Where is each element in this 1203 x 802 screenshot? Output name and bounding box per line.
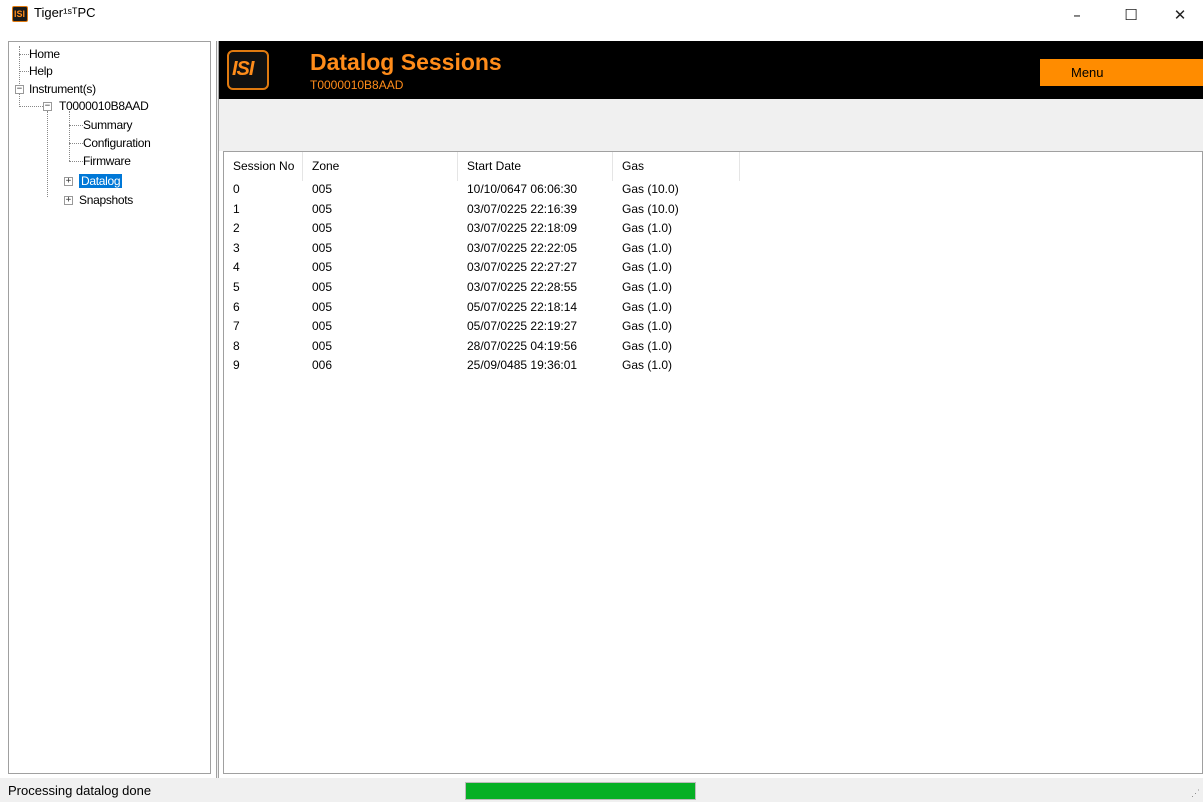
- table-row[interactable]: 3 005 03/07/0225 22:22:05 Gas (1.0): [224, 239, 924, 258]
- start-date-cell: 10/10/0647 06:06:30: [467, 182, 578, 196]
- zone-cell: 005: [312, 280, 333, 294]
- session-no-cell: 6: [233, 299, 240, 314]
- tree-item-datalog-label[interactable]: Datalog: [79, 174, 123, 188]
- status-text: Processing datalog done: [8, 783, 152, 798]
- menu-button[interactable]: Menu: [1040, 59, 1203, 86]
- gas-cell: Gas (1.0): [622, 260, 673, 275]
- tree-item-snapshots[interactable]: Snapshots: [79, 192, 133, 208]
- brand-logo-icon: ISI: [227, 50, 269, 90]
- session-no-cell: 3: [233, 240, 240, 255]
- collapse-instruments-icon[interactable]: −: [15, 85, 24, 94]
- instrument-subtitle: T0000010B8AAD: [310, 78, 404, 92]
- session-no-cell: 2: [233, 221, 240, 236]
- resize-grip-icon[interactable]: ⋰: [1191, 788, 1200, 799]
- tree-connector: [19, 106, 43, 107]
- gas-cell: Gas (1.0): [622, 280, 673, 294]
- tree-item-home[interactable]: Home: [29, 46, 60, 62]
- tree-item-configuration[interactable]: Configuration: [83, 135, 151, 151]
- status-bar: Processing datalog done ⋰: [0, 778, 1203, 802]
- table-row[interactable]: 2 005 03/07/0225 22:18:09 Gas (1.0): [224, 219, 924, 238]
- header-banner: ISI Datalog Sessions T0000010B8AAD Menu: [219, 41, 1203, 99]
- table-row[interactable]: 9 006 25/09/0485 19:36:01 Gas (1.0): [224, 356, 924, 375]
- table-row[interactable]: 7 005 05/07/0225 22:19:27 Gas (1.0): [224, 317, 924, 336]
- sessions-list[interactable]: Session No Zone Start Date Gas 0 005 10/10…: [223, 151, 1203, 774]
- tree-item-help[interactable]: Help: [29, 63, 53, 79]
- title-bar: ISI Tiger¹ˢᵀPC – ☐ ✕: [0, 0, 1203, 30]
- tree-connector: [69, 161, 83, 162]
- zone-cell: 005: [312, 338, 333, 353]
- gas-cell: Gas (1.0): [622, 338, 673, 353]
- start-date-cell: 03/07/0225 22:22:05: [467, 240, 578, 255]
- navigation-tree[interactable]: Home Help − Instrument(s) − T0000010B8AA…: [8, 41, 211, 774]
- session-no-cell: 9: [233, 358, 240, 373]
- start-date-cell: 28/07/0225 04:19:56: [467, 338, 578, 353]
- start-date-cell: 03/07/0225 22:27:27: [467, 260, 578, 275]
- close-button[interactable]: ✕: [1157, 0, 1203, 30]
- session-no-cell: 7: [233, 319, 240, 334]
- tree-connector: [47, 111, 48, 197]
- tree-item-instruments[interactable]: Instrument(s): [29, 81, 96, 97]
- collapse-instrument-icon[interactable]: −: [43, 102, 52, 111]
- zone-cell: 005: [312, 299, 333, 314]
- zone-cell: 005: [312, 319, 333, 334]
- session-no-cell: 5: [233, 280, 240, 294]
- tree-item-firmware[interactable]: Firmware: [83, 153, 131, 169]
- table-row[interactable]: 8 005 28/07/0225 04:19:56 Gas (1.0): [224, 337, 924, 356]
- start-date-cell: 03/07/0225 22:18:09: [467, 221, 578, 236]
- expand-snapshots-icon[interactable]: +: [64, 196, 73, 205]
- app-logo-icon: ISI: [12, 6, 28, 22]
- gas-cell: Gas (1.0): [622, 319, 673, 334]
- zone-cell: 005: [312, 221, 333, 236]
- zone-cell: 005: [312, 240, 333, 255]
- gas-cell: Gas (1.0): [622, 240, 673, 255]
- zone-cell: 005: [312, 201, 333, 216]
- column-header-start-date[interactable]: Start Date: [458, 152, 613, 181]
- zone-cell: 006: [312, 358, 333, 373]
- gas-cell: Gas (1.0): [622, 358, 673, 373]
- session-no-cell: 4: [233, 260, 240, 275]
- zone-cell: 005: [312, 182, 333, 196]
- column-header-zone[interactable]: Zone: [303, 152, 458, 181]
- start-date-cell: 05/07/0225 22:19:27: [467, 319, 578, 334]
- gas-cell: Gas (10.0): [622, 201, 679, 216]
- session-no-cell: 0: [233, 182, 240, 196]
- panel-splitter[interactable]: [216, 41, 219, 778]
- start-date-cell: 03/07/0225 22:28:55: [467, 280, 578, 294]
- progress-bar: [465, 782, 696, 800]
- toolbar-strip: [219, 99, 1203, 151]
- column-header-gas[interactable]: Gas: [613, 152, 740, 181]
- table-row[interactable]: 4 005 03/07/0225 22:27:27 Gas (1.0): [224, 258, 924, 277]
- maximize-button[interactable]: ☐: [1108, 0, 1154, 30]
- table-row[interactable]: 0 005 10/10/0647 06:06:30 Gas (10.0): [224, 180, 924, 199]
- start-date-cell: 03/07/0225 22:16:39: [467, 201, 578, 216]
- gas-cell: Gas (1.0): [622, 221, 673, 236]
- tree-connector: [69, 111, 70, 161]
- tree-connector: [69, 143, 83, 144]
- table-row[interactable]: 6 005 05/07/0225 22:18:14 Gas (1.0): [224, 298, 924, 317]
- progress-fill: [466, 783, 695, 799]
- tree-item-datalog[interactable]: Datalog: [79, 173, 123, 189]
- tree-item-summary[interactable]: Summary: [83, 117, 133, 133]
- table-row[interactable]: 5 005 03/07/0225 22:28:55 Gas (1.0): [224, 278, 924, 297]
- tree-connector: [69, 125, 83, 126]
- tree-connector: [19, 54, 29, 55]
- session-no-cell: 8: [233, 338, 240, 353]
- zone-cell: 005: [312, 260, 333, 275]
- table-row[interactable]: 1 005 03/07/0225 22:16:39 Gas (10.0): [224, 200, 924, 219]
- page-title: Datalog Sessions: [310, 49, 502, 75]
- start-date-cell: 05/07/0225 22:18:14: [467, 299, 578, 314]
- column-header-session-no[interactable]: Session No: [224, 152, 303, 181]
- tree-connector: [19, 71, 29, 72]
- window-title: Tiger¹ˢᵀPC: [34, 5, 96, 20]
- gas-cell: Gas (10.0): [622, 182, 679, 196]
- session-no-cell: 1: [233, 201, 240, 216]
- expand-datalog-icon[interactable]: +: [64, 177, 73, 186]
- start-date-cell: 25/09/0485 19:36:01: [467, 358, 578, 373]
- minimize-button[interactable]: –: [1054, 0, 1100, 30]
- tree-item-instrument-id[interactable]: T0000010B8AAD: [59, 98, 149, 114]
- gas-cell: Gas (1.0): [622, 299, 673, 314]
